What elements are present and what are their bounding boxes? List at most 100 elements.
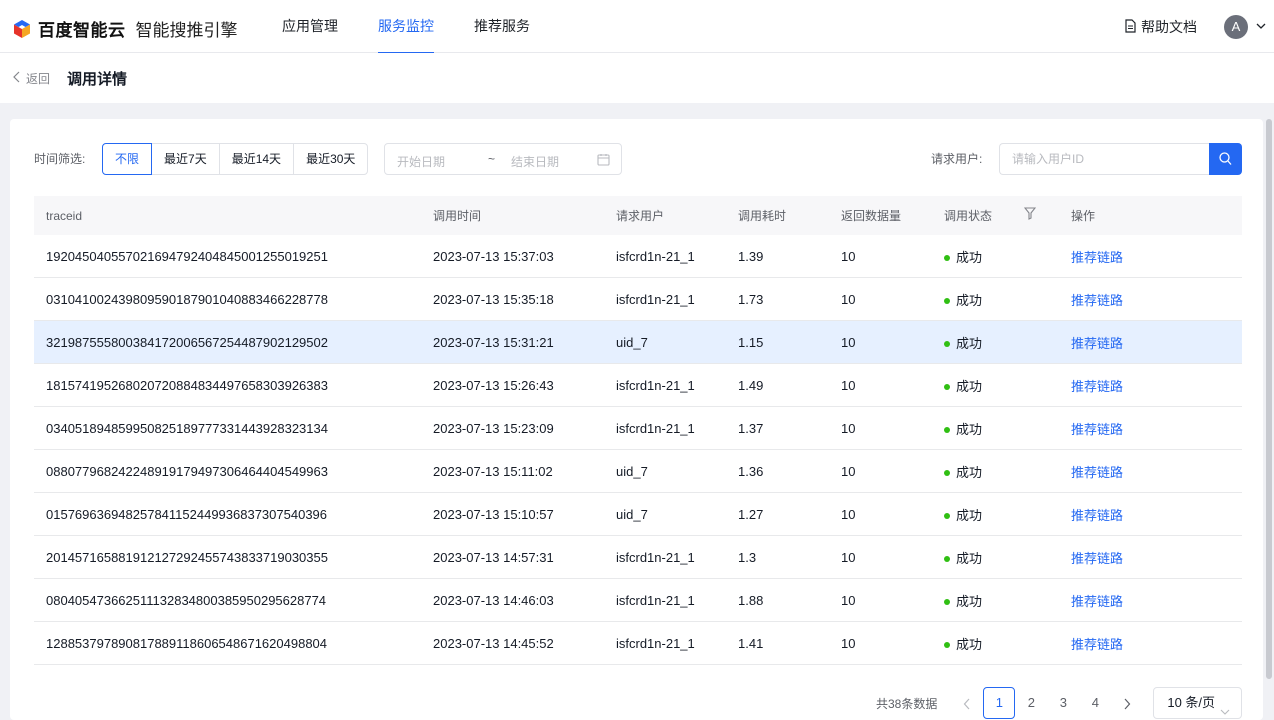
recommend-trace-link[interactable]: 推荐链路 bbox=[1071, 422, 1123, 437]
help-docs-link[interactable]: 帮助文档 bbox=[1124, 17, 1197, 37]
table-row[interactable]: 192045040557021694792404845001255019251 2… bbox=[34, 235, 1242, 278]
recommend-trace-link[interactable]: 推荐链路 bbox=[1071, 336, 1123, 351]
cell-call-status: 成功 bbox=[932, 247, 1059, 266]
status-success-dot-icon bbox=[944, 426, 950, 433]
date-start-placeholder: 开始日期 bbox=[397, 155, 446, 169]
cell-return-count: 10 bbox=[841, 334, 856, 350]
column-header-call-cost: 调用耗时 bbox=[738, 209, 787, 223]
status-label: 成功 bbox=[956, 249, 983, 265]
status-success-dot-icon bbox=[944, 598, 950, 605]
cell-call-time: 2023-07-13 15:23:09 bbox=[433, 420, 554, 436]
back-label: 返回 bbox=[26, 72, 51, 86]
time-option-unlimited[interactable]: 不限 bbox=[102, 143, 153, 175]
status-label: 成功 bbox=[956, 550, 983, 566]
nav-service-monitoring[interactable]: 服务监控 bbox=[358, 0, 454, 54]
status-label: 成功 bbox=[956, 421, 983, 437]
cell-action: 推荐链路 bbox=[1059, 247, 1242, 266]
cell-call-time: 2023-07-13 14:46:03 bbox=[433, 592, 554, 608]
page-3-button[interactable]: 3 bbox=[1047, 687, 1079, 719]
cell-call-status: 成功 bbox=[932, 376, 1059, 395]
cell-traceid: 031041002439809590187901040883466228778 bbox=[46, 291, 328, 307]
status-label: 成功 bbox=[956, 335, 983, 351]
nav-app-management[interactable]: 应用管理 bbox=[262, 0, 358, 53]
cell-traceid: 201457165881912127292455743833719030355 bbox=[46, 549, 328, 565]
table-row[interactable]: 015769636948257841152449936837307540396 2… bbox=[34, 493, 1242, 536]
cell-return-count: 10 bbox=[841, 463, 856, 479]
time-option-14-days[interactable]: 最近14天 bbox=[218, 143, 295, 175]
document-icon bbox=[1124, 18, 1137, 36]
status-label: 成功 bbox=[956, 636, 983, 652]
table-row[interactable]: 088077968242248919179497306464404549963 2… bbox=[34, 450, 1242, 493]
status-success-dot-icon bbox=[944, 512, 950, 519]
table-row[interactable]: 321987555800384172006567254487902129502 2… bbox=[34, 321, 1242, 364]
cell-call-time: 2023-07-13 15:37:03 bbox=[433, 248, 554, 264]
recommend-trace-link[interactable]: 推荐链路 bbox=[1071, 465, 1123, 480]
date-end-placeholder: 结束日期 bbox=[511, 155, 560, 169]
chevron-down-icon[interactable] bbox=[1254, 19, 1268, 33]
table-row[interactable]: 080405473662511132834800385950295628774 2… bbox=[34, 579, 1242, 622]
pagination: 共38条数据 1 2 3 4 10 条/页 bbox=[876, 687, 1243, 719]
recommend-trace-link[interactable]: 推荐链路 bbox=[1071, 250, 1123, 265]
prev-page-button[interactable] bbox=[951, 687, 983, 719]
recommend-trace-link[interactable]: 推荐链路 bbox=[1071, 637, 1123, 652]
recommend-trace-link[interactable]: 推荐链路 bbox=[1071, 379, 1123, 394]
cell-return-count: 10 bbox=[841, 635, 856, 651]
recommend-trace-link[interactable]: 推荐链路 bbox=[1071, 594, 1123, 609]
nav-recommend-service[interactable]: 推荐服务 bbox=[454, 0, 550, 53]
cell-call-status: 成功 bbox=[932, 290, 1059, 309]
cell-request-user: isfcrd1n-21_1 bbox=[616, 549, 695, 565]
recommend-trace-link[interactable]: 推荐链路 bbox=[1071, 508, 1123, 523]
status-success-dot-icon bbox=[944, 340, 950, 347]
back-button[interactable]: 返回 bbox=[12, 70, 50, 87]
recommend-trace-link[interactable]: 推荐链路 bbox=[1071, 293, 1123, 308]
page-2-button[interactable]: 2 bbox=[1015, 687, 1047, 719]
page-scrollbar[interactable] bbox=[1266, 119, 1272, 679]
table-row[interactable]: 128853797890817889118606548671620498804 2… bbox=[34, 622, 1242, 665]
search-button[interactable] bbox=[1209, 143, 1242, 175]
cell-call-status: 成功 bbox=[932, 634, 1059, 653]
logo[interactable]: 百度智能云 智能搜推引擎 bbox=[12, 16, 238, 41]
cell-return-count: 10 bbox=[841, 549, 856, 565]
chevron-down-icon bbox=[1220, 698, 1230, 715]
baidu-cloud-logo-icon bbox=[12, 19, 32, 39]
page-size-value: 10 条/页 bbox=[1167, 695, 1216, 710]
cell-request-user: uid_7 bbox=[616, 506, 648, 522]
time-option-30-days[interactable]: 最近30天 bbox=[293, 143, 369, 175]
table-row[interactable]: 201457165881912127292455743833719030355 2… bbox=[34, 536, 1242, 579]
status-label: 成功 bbox=[956, 292, 983, 308]
next-page-button[interactable] bbox=[1111, 687, 1143, 719]
content-card: 时间筛选: 不限 最近7天 最近14天 最近30天 开始日期 ~ 结束日期 请求… bbox=[10, 119, 1263, 720]
column-header-return-count: 返回数据量 bbox=[841, 209, 902, 223]
page-4-button[interactable]: 4 bbox=[1079, 687, 1111, 719]
column-header-call-time: 调用时间 bbox=[433, 209, 482, 223]
cell-call-cost: 1.88 bbox=[738, 592, 764, 608]
cell-traceid: 015769636948257841152449936837307540396 bbox=[46, 506, 328, 522]
product-name: 智能搜推引擎 bbox=[135, 21, 238, 40]
cell-traceid: 034051894859950825189777331443928323134 bbox=[46, 420, 328, 436]
date-separator: ~ bbox=[488, 152, 496, 166]
cell-request-user: isfcrd1n-21_1 bbox=[616, 420, 695, 436]
cell-call-cost: 1.37 bbox=[738, 420, 764, 436]
cell-request-user: isfcrd1n-21_1 bbox=[616, 635, 695, 651]
page-title: 调用详情 bbox=[67, 71, 128, 88]
time-option-7-days[interactable]: 最近7天 bbox=[151, 143, 220, 175]
cell-action: 推荐链路 bbox=[1059, 548, 1242, 567]
cell-action: 推荐链路 bbox=[1059, 419, 1242, 438]
date-range-picker[interactable]: 开始日期 ~ 结束日期 bbox=[384, 143, 622, 175]
table-row[interactable]: 181574195268020720884834497658303926383 2… bbox=[34, 364, 1242, 407]
table-row[interactable]: 034051894859950825189777331443928323134 2… bbox=[34, 407, 1242, 450]
column-header-traceid: traceid bbox=[46, 208, 83, 223]
cell-traceid: 128853797890817889118606548671620498804 bbox=[46, 635, 328, 651]
recommend-trace-link[interactable]: 推荐链路 bbox=[1071, 551, 1123, 566]
cell-call-time: 2023-07-13 15:31:21 bbox=[433, 334, 554, 350]
user-id-search-input[interactable] bbox=[999, 143, 1210, 175]
table-row[interactable]: 031041002439809590187901040883466228778 2… bbox=[34, 278, 1242, 321]
cell-call-cost: 1.27 bbox=[738, 506, 764, 522]
page-1-button[interactable]: 1 bbox=[983, 687, 1016, 719]
avatar[interactable]: A bbox=[1224, 15, 1248, 39]
help-docs-label: 帮助文档 bbox=[1141, 19, 1197, 35]
filter-icon[interactable] bbox=[1023, 207, 1037, 220]
cell-action: 推荐链路 bbox=[1059, 376, 1242, 395]
cell-action: 推荐链路 bbox=[1059, 333, 1242, 352]
page-size-select[interactable]: 10 条/页 bbox=[1153, 687, 1243, 719]
